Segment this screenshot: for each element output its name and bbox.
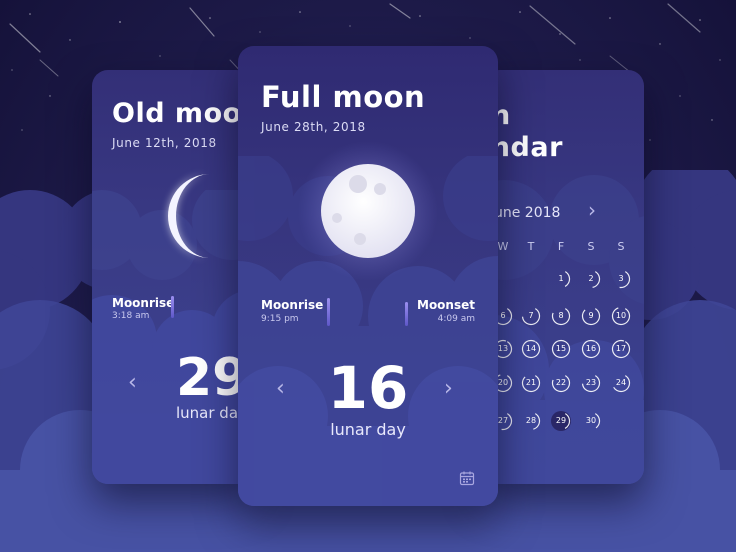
calendar-day-number: 8 xyxy=(558,311,564,320)
calendar-day-number: 23 xyxy=(585,378,597,387)
card-date: June 12th, 2018 xyxy=(112,136,217,150)
calendar-day[interactable]: 15 xyxy=(551,339,571,359)
weekday-label: W xyxy=(497,240,509,253)
calendar-day-number: 9 xyxy=(588,311,594,320)
calendar-day[interactable]: 9 xyxy=(581,306,601,326)
lunar-day-number: 16 xyxy=(327,354,409,422)
calendar-day[interactable]: 24 xyxy=(611,373,631,393)
moonrise-label: Moonrise xyxy=(112,296,175,310)
lunar-day-label: lunar day xyxy=(176,404,247,422)
calendar-day-number: 1 xyxy=(558,274,564,283)
calendar-icon[interactable] xyxy=(459,470,475,486)
full-moon-card[interactable]: Full moon June 28th, 2018 Moonrise 9:15 … xyxy=(238,46,498,506)
calendar-day[interactable]: 16 xyxy=(581,339,601,359)
moonset-label: Moonset xyxy=(417,298,475,312)
card-title: Full moon xyxy=(261,80,426,114)
calendar-day[interactable]: 29 xyxy=(551,411,571,431)
calendar-day-number: 29 xyxy=(555,416,567,425)
chevron-right-icon[interactable]: › xyxy=(588,198,596,222)
calendar-day-number: 10 xyxy=(615,311,627,320)
chevron-left-icon[interactable]: ‹ xyxy=(128,370,137,395)
calendar-day[interactable]: 3 xyxy=(611,269,631,289)
calendar-day[interactable]: 22 xyxy=(551,373,571,393)
moonset-bar xyxy=(405,302,408,326)
calendar-day[interactable]: 7 xyxy=(521,306,541,326)
calendar-day-number: 16 xyxy=(585,344,597,353)
calendar-day[interactable]: 30 xyxy=(581,411,601,431)
calendar-day[interactable]: 21 xyxy=(521,373,541,393)
weekday-label: S xyxy=(617,240,625,253)
calendar-day[interactable]: 23 xyxy=(581,373,601,393)
calendar-day[interactable]: 10 xyxy=(611,306,631,326)
calendar-day-number: 3 xyxy=(618,274,624,283)
moonrise-bar xyxy=(171,296,174,318)
calendar-day-number: 27 xyxy=(497,416,509,425)
old-moon-card[interactable]: Old moon June 12th, 2018 Moonrise 3:18 a… xyxy=(92,70,252,484)
calendar-day-number: 20 xyxy=(497,378,509,387)
moonrise-bar xyxy=(327,298,330,326)
crescent-moon-icon xyxy=(168,174,210,258)
calendar-day[interactable]: 28 xyxy=(521,411,541,431)
card-title: Old moon xyxy=(112,98,252,129)
calendar-day[interactable]: 14 xyxy=(521,339,541,359)
calendar-day-number: 7 xyxy=(528,311,534,320)
calendar-day-number: 13 xyxy=(497,344,509,353)
chevron-right-icon[interactable]: › xyxy=(444,376,453,401)
card-date: June 28th, 2018 xyxy=(261,120,366,134)
calendar-day-number: 2 xyxy=(588,274,594,283)
weekday-label: T xyxy=(527,240,535,253)
calendar-day-number: 22 xyxy=(555,378,567,387)
moonset-time: 4:09 am xyxy=(437,314,475,324)
calendar-day-number: 21 xyxy=(525,378,537,387)
full-moon-icon xyxy=(298,141,438,281)
calendar-day-number: 15 xyxy=(555,344,567,353)
calendar-day-number: 14 xyxy=(525,344,537,353)
calendar-day-number: 28 xyxy=(525,416,537,425)
calendar-day[interactable]: 1 xyxy=(551,269,571,289)
moonrise-label: Moonrise xyxy=(261,298,324,312)
moon-calendar-card[interactable]: on endar une 2018 › WTFSS123678910131415… xyxy=(484,70,644,484)
weekday-label: F xyxy=(557,240,565,253)
weekday-label: S xyxy=(587,240,595,253)
calendar-day-number: 30 xyxy=(585,416,597,425)
calendar-day-number: 17 xyxy=(615,344,627,353)
calendar-day-number: 6 xyxy=(500,311,506,320)
calendar-day-number: 24 xyxy=(615,378,627,387)
moonrise-time: 3:18 am xyxy=(112,311,150,321)
lunar-day-label: lunar day xyxy=(330,420,406,439)
calendar-month-label: une 2018 xyxy=(494,205,561,221)
calendar-day[interactable]: 8 xyxy=(551,306,571,326)
moonrise-time: 9:15 pm xyxy=(261,314,299,324)
calendar-day[interactable]: 17 xyxy=(611,339,631,359)
calendar-day[interactable]: 2 xyxy=(581,269,601,289)
